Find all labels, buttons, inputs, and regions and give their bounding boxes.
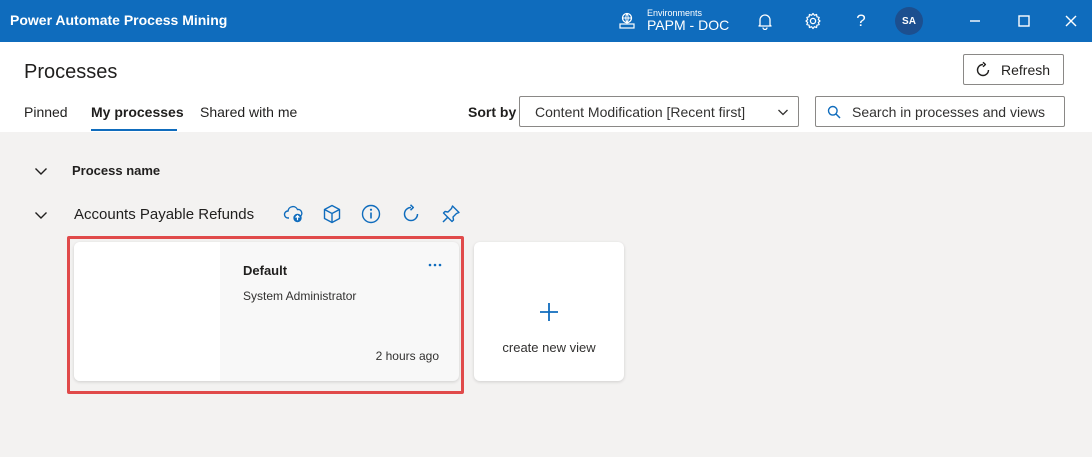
tab-shared-with-me[interactable]: Shared with me: [200, 104, 297, 120]
top-bar: Power Automate Process Mining Environmen…: [0, 0, 1092, 42]
page-header: Processes Refresh Pinned My processes Sh…: [0, 42, 1092, 132]
view-modified-time: 2 hours ago: [375, 349, 439, 363]
help-button[interactable]: ?: [849, 9, 873, 33]
refresh-icon: [976, 61, 990, 77]
minimize-button[interactable]: [963, 9, 987, 33]
view-owner: System Administrator: [243, 289, 357, 303]
minimize-icon: [970, 20, 980, 22]
help-icon: ?: [856, 11, 866, 30]
chevron-down-icon: [778, 109, 788, 116]
settings-button[interactable]: [801, 9, 825, 33]
cloud-upload-icon[interactable]: [283, 203, 305, 225]
tab-my-processes[interactable]: My processes: [91, 104, 184, 120]
chevron-down-icon[interactable]: [34, 208, 48, 222]
chevron-down-icon[interactable]: [34, 164, 48, 178]
create-new-view-label: create new view: [502, 340, 596, 355]
cube-icon[interactable]: [321, 203, 343, 225]
close-button[interactable]: [1059, 9, 1083, 33]
maximize-icon: [1018, 15, 1030, 27]
close-icon: [1065, 15, 1077, 27]
app-title: Power Automate Process Mining: [10, 12, 228, 28]
search-box[interactable]: [815, 96, 1065, 127]
process-name[interactable]: Accounts Payable Refunds: [74, 206, 254, 223]
sort-label: Sort by: [468, 104, 517, 120]
search-icon: [827, 105, 841, 119]
refresh-label: Refresh: [1001, 62, 1051, 78]
page-title: Processes: [24, 61, 118, 83]
more-options-icon[interactable]: [426, 256, 444, 274]
gear-icon: [805, 12, 821, 30]
environment-icon: [619, 12, 635, 29]
view-card[interactable]: Default System Administrator 2 hours ago: [74, 242, 459, 381]
column-header-process-name[interactable]: Process name: [72, 163, 160, 178]
sort-value: Content Modification [Recent first]: [535, 104, 746, 120]
create-new-view-card[interactable]: create new view: [474, 242, 624, 381]
maximize-button[interactable]: [1012, 9, 1036, 33]
environment-name: PAPM - DOC: [647, 17, 730, 33]
pin-icon[interactable]: [440, 203, 462, 225]
info-icon[interactable]: [360, 203, 382, 225]
view-title: Default: [243, 263, 288, 278]
refresh-icon[interactable]: [400, 203, 422, 225]
sort-dropdown[interactable]: Content Modification [Recent first]: [519, 96, 799, 127]
bell-icon: [758, 14, 772, 30]
view-thumbnail: [74, 242, 220, 381]
avatar[interactable]: SA: [895, 7, 923, 35]
refresh-button[interactable]: Refresh: [963, 54, 1064, 85]
notifications-button[interactable]: [753, 9, 777, 33]
search-input[interactable]: [852, 101, 1057, 123]
tab-pinned[interactable]: Pinned: [24, 104, 68, 120]
plus-icon: [540, 303, 558, 321]
active-tab-indicator: [91, 129, 177, 131]
